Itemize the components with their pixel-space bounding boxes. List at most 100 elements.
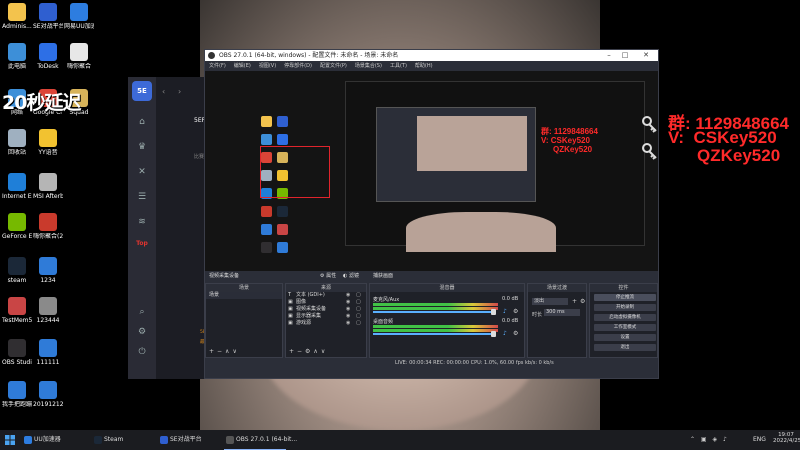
volume-slider[interactable] xyxy=(373,333,493,335)
duration-input[interactable]: 300 ms xyxy=(544,309,580,316)
lock-icon[interactable]: ▢ xyxy=(356,299,362,306)
trophy-icon[interactable]: ♛ xyxy=(135,142,149,152)
tray-icons[interactable]: ⌃ ▣ ◈ ♪ xyxy=(690,436,729,443)
start-icon[interactable] xyxy=(5,435,15,445)
source-controls[interactable]: +−⚙∧∨ xyxy=(289,348,328,355)
lock-icon[interactable]: ▢ xyxy=(356,313,362,320)
control-button[interactable]: 设置 xyxy=(594,334,656,341)
obs-menu-item[interactable]: 场景集合(S) xyxy=(355,63,382,69)
search-icon[interactable]: ⌕ xyxy=(135,307,149,317)
desktop-icon[interactable]: MSI Afterburner xyxy=(33,172,63,212)
desktop-icon[interactable]: 嗨你聚合(2) xyxy=(33,212,63,252)
mixer-gear-icon[interactable]: ⚙ xyxy=(513,308,518,315)
forward-chevron-icon[interactable]: › xyxy=(178,87,181,96)
transition-select[interactable]: 淡出 xyxy=(532,298,568,305)
scene-controls[interactable]: +−∧∨ xyxy=(209,348,240,355)
lock-icon[interactable]: ▢ xyxy=(356,320,362,327)
key-icon-1 xyxy=(640,115,660,135)
desktop-icon[interactable]: 123444 xyxy=(33,296,63,336)
control-button[interactable]: 启动虚拟摄像机 xyxy=(594,314,656,321)
preview-app-icon xyxy=(277,116,288,127)
desktop-icon[interactable]: 网易UU加速器 xyxy=(64,2,94,42)
clock[interactable]: 19:07 2022/4/25 xyxy=(773,432,800,444)
desktop-icon[interactable]: SE对战平台 xyxy=(33,2,63,42)
filters-button[interactable]: ◐ 滤镜 xyxy=(343,271,359,281)
settings-icon[interactable]: ⚙ xyxy=(135,327,149,337)
mixer-gear-icon[interactable]: ⚙ xyxy=(513,330,518,337)
source-item[interactable]: ▣ 显示器采集 ◉ ▢ xyxy=(286,313,366,320)
desktop-icon[interactable]: YY语音 xyxy=(33,128,63,168)
obs-menu-item[interactable]: 文件(F) xyxy=(209,63,226,69)
properties-button[interactable]: ⚙ 属性 xyxy=(320,271,336,281)
obs-menu-item[interactable]: 配置文件(P) xyxy=(320,63,347,69)
obs-titlebar[interactable]: OBS 27.0.1 (64-bit, windows) - 配置文件: 未命名… xyxy=(205,50,658,61)
desktop-icon[interactable]: 111111 xyxy=(33,338,63,378)
obs-menu-item[interactable]: 停靠部件(D) xyxy=(284,63,312,69)
team-icon[interactable]: ☰ xyxy=(135,192,149,202)
desktop-icon[interactable]: TestMem5 xyxy=(2,296,32,336)
source-item[interactable]: ▣ 游戏源 ◉ ▢ xyxy=(286,320,366,327)
desktop-icon[interactable]: Adminis... xyxy=(2,2,32,42)
maximize-button[interactable]: □ xyxy=(618,50,632,61)
power-icon[interactable]: ⏻ xyxy=(135,347,149,357)
desktop-icon[interactable]: steam xyxy=(2,256,32,296)
desktop-icon[interactable]: 1234 xyxy=(33,256,63,296)
transition-add-icon[interactable]: + xyxy=(572,298,577,305)
visibility-eye-icon[interactable]: ◉ xyxy=(346,306,352,313)
speaker-icon[interactable]: ♪ xyxy=(503,330,507,337)
launcher-logo[interactable]: 5E xyxy=(132,81,152,101)
scene-item[interactable]: 场景 xyxy=(206,292,282,299)
control-button[interactable]: 停止推流 xyxy=(594,294,656,301)
desktop-icon[interactable]: 我手把跑蹦得主播 xyxy=(2,380,32,420)
desktop-icon[interactable]: ToDesk xyxy=(33,42,63,82)
desktop-app-icon xyxy=(39,257,57,275)
obs-menu-item[interactable]: 视图(V) xyxy=(259,63,276,69)
webcam-device-button[interactable]: 捕获画面 xyxy=(373,271,393,281)
back-chevron-icon[interactable]: ‹ xyxy=(162,87,165,96)
desktop-icon[interactable]: 嗨你聚合 xyxy=(64,42,94,82)
lock-icon[interactable]: ▢ xyxy=(356,292,362,299)
desktop-icon[interactable]: 20191212... xyxy=(33,380,63,420)
visibility-eye-icon[interactable]: ◉ xyxy=(346,313,352,320)
source-item[interactable]: ▣ 图像 ◉ ▢ xyxy=(286,299,366,306)
volume-slider[interactable] xyxy=(373,311,493,313)
desktop-icon[interactable]: 回收站 xyxy=(2,128,32,168)
source-item[interactable]: ▣ 视频采集设备 ◉ ▢ xyxy=(286,306,366,313)
source-item[interactable]: T 文本 (GDI+) ◉ ▢ xyxy=(286,292,366,299)
audio-meter xyxy=(373,307,498,310)
ime-indicator[interactable]: ENG xyxy=(753,436,766,443)
obs-menu-item[interactable]: 编辑(E) xyxy=(234,63,251,69)
minimize-button[interactable]: – xyxy=(602,50,616,61)
control-button[interactable]: 开始录制 xyxy=(594,304,656,311)
top-icon[interactable]: Top xyxy=(135,239,149,249)
visibility-eye-icon[interactable]: ◉ xyxy=(346,320,352,327)
desktop-icon-label: 网易UU加速器 xyxy=(64,23,94,30)
home-icon[interactable]: ⌂ xyxy=(135,117,149,127)
desktop-icon[interactable]: Internet Explorer xyxy=(2,172,32,212)
desktop-icon[interactable]: OBS Studio xyxy=(2,338,32,378)
volume-slider-knob[interactable] xyxy=(491,309,496,315)
transition-gear-icon[interactable]: ⚙ xyxy=(580,298,585,305)
mixer-header: 混音器 xyxy=(370,284,524,292)
close-button[interactable]: ✕ xyxy=(639,50,653,61)
taskbar-item[interactable]: UU加速器 xyxy=(22,430,84,450)
taskbar-item[interactable]: SE对战平台 xyxy=(158,430,220,450)
taskbar-item[interactable]: Steam xyxy=(92,430,154,450)
desktop-icon[interactable]: 此电脑 xyxy=(2,42,32,82)
visibility-eye-icon[interactable]: ◉ xyxy=(346,299,352,306)
desktop-icon[interactable]: GeForce Experience xyxy=(2,212,32,252)
shop-icon[interactable]: ✕ xyxy=(135,167,149,177)
volume-slider-knob[interactable] xyxy=(491,331,496,337)
wifi-icon[interactable]: ≋ xyxy=(135,217,149,227)
mini-v1-text: V: CSKey520 xyxy=(541,136,590,145)
lock-icon[interactable]: ▢ xyxy=(356,306,362,313)
speaker-icon[interactable]: ♪ xyxy=(503,308,507,315)
obs-menu-item[interactable]: 工具(T) xyxy=(390,63,407,69)
obs-preview[interactable]: 群: 1129848664 V: CSKey520 QZKey520 xyxy=(205,71,658,271)
control-button[interactable]: 工作室模式 xyxy=(594,324,656,331)
visibility-eye-icon[interactable]: ◉ xyxy=(346,292,352,299)
obs-app-icon xyxy=(208,52,215,59)
control-button[interactable]: 退出 xyxy=(594,344,656,351)
taskbar-item[interactable]: OBS 27.0.1 (64-bit... xyxy=(224,430,297,450)
obs-menu-item[interactable]: 帮助(H) xyxy=(415,63,433,69)
